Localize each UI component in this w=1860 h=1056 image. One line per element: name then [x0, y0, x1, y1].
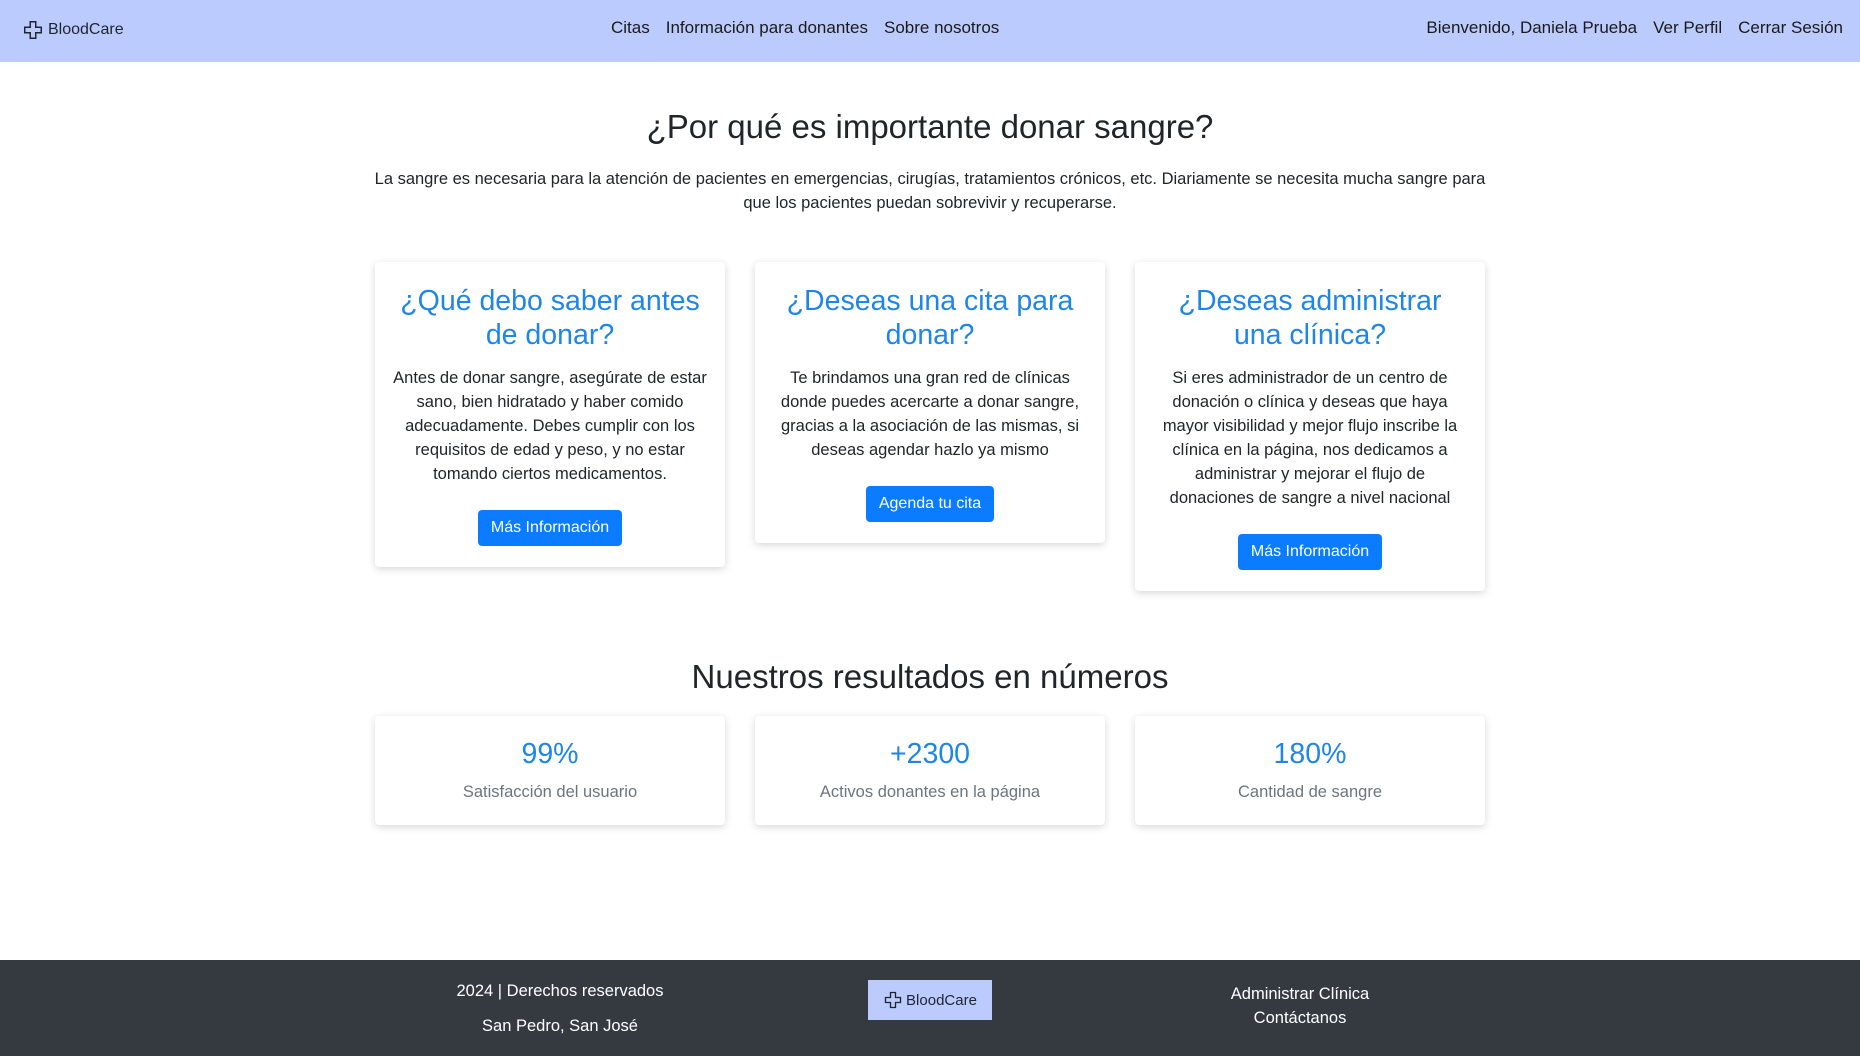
stat-card-satisfaction: 99% Satisfacción del usuario [375, 716, 725, 825]
more-info-button[interactable]: Más Información [1237, 534, 1383, 570]
medical-cross-icon [24, 21, 42, 39]
main-nav: Citas Información para donantes Sobre no… [611, 18, 999, 38]
info-card-appointment: ¿Deseas una cita para donar? Te brindamo… [755, 262, 1105, 543]
medical-cross-icon [884, 991, 902, 1009]
card-title: ¿Deseas administrar una clínica? [1178, 285, 1442, 351]
info-card-before-donating: ¿Qué debo saber antes de donar? Antes de… [375, 262, 725, 567]
card-title: ¿Qué debo saber antes de donar? [400, 285, 700, 351]
nav-informacion-donantes[interactable]: Información para donantes [666, 18, 868, 38]
welcome-text: Bienvenido, Daniela Prueba [1426, 18, 1638, 37]
stats-title: Nuestros resultados en números [691, 658, 1169, 695]
footer-info: 2024 | Derechos reservados San Pedro, Sa… [360, 982, 760, 1036]
view-profile-link[interactable]: Ver Perfil [1653, 18, 1722, 38]
footer-link-admin-clinic[interactable]: Administrar Clínica [1100, 982, 1500, 1006]
stat-card-donors: +2300 Activos donantes en la página [755, 716, 1105, 825]
stat-value: 180% [1273, 738, 1347, 770]
stat-label: Satisfacción del usuario [462, 783, 638, 801]
stat-value: 99% [521, 738, 579, 770]
stat-label: Activos donantes en la página [819, 783, 1041, 801]
nav-sobre-nosotros[interactable]: Sobre nosotros [884, 18, 999, 38]
intro-title: ¿Por qué es importante donar sangre? [646, 108, 1214, 145]
card-title: ¿Deseas una cita para donar? [786, 285, 1074, 351]
brand-name: BloodCare [48, 21, 124, 38]
brand-logo[interactable]: BloodCare [22, 19, 124, 41]
stat-card-blood: 180% Cantidad de sangre [1135, 716, 1485, 825]
card-text: Te brindamos una gran red de clínicas do… [780, 369, 1080, 459]
more-info-button[interactable]: Más Información [477, 510, 623, 546]
card-text: Si eres administrador de un centro de do… [1162, 369, 1458, 507]
user-nav: Bienvenido, Daniela Prueba Ver Perfil Ce… [1426, 18, 1843, 38]
stat-value: +2300 [889, 738, 971, 770]
footer-links: Administrar Clínica Contáctanos [1100, 982, 1500, 1030]
footer-copyright: 2024 | Derechos reservados [456, 982, 664, 1000]
card-text: Antes de donar sangre, asegúrate de esta… [393, 369, 707, 483]
info-card-clinic-admin: ¿Deseas administrar una clínica? Si eres… [1135, 262, 1485, 591]
stat-label: Cantidad de sangre [1237, 783, 1383, 801]
navbar: BloodCare Citas Información para donante… [0, 0, 1860, 62]
footer-link-contact[interactable]: Contáctanos [1100, 1006, 1500, 1030]
nav-citas[interactable]: Citas [611, 18, 650, 38]
logout-link[interactable]: Cerrar Sesión [1738, 18, 1843, 38]
intro-text: La sangre es necesaria para la atención … [374, 170, 1486, 212]
footer-brand-name: BloodCare [906, 991, 977, 1009]
footer-location: San Pedro, San José [482, 1017, 638, 1035]
schedule-appointment-button[interactable]: Agenda tu cita [865, 486, 995, 522]
footer-brand-logo[interactable]: BloodCare [868, 980, 992, 1020]
footer: 2024 | Derechos reservados San Pedro, Sa… [0, 960, 1860, 1056]
